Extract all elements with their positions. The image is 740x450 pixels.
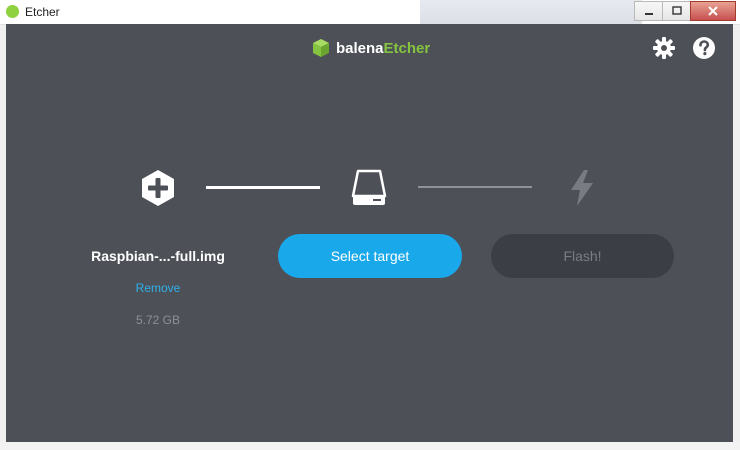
balena-cube-icon <box>313 39 329 57</box>
minimize-button[interactable] <box>634 1 663 21</box>
step-connector-2 <box>418 186 532 188</box>
close-icon <box>708 6 718 16</box>
step-connector-1 <box>206 186 320 189</box>
drive-icon <box>351 169 387 205</box>
etcher-app-icon <box>6 5 19 18</box>
select-target-button[interactable]: Select target <box>278 234 462 278</box>
background-desktop-strip <box>0 442 740 450</box>
etcher-main: balena Etcher Raspbian-...-full.img Remo… <box>6 24 733 442</box>
logo-text-etcher: Etcher <box>383 39 431 57</box>
window-controls <box>634 0 740 22</box>
select-image-step[interactable] <box>140 169 176 212</box>
maximize-button[interactable] <box>662 1 691 21</box>
logo-text-balena: balena <box>336 39 384 57</box>
window-titlebar: Etcher <box>0 0 740 25</box>
image-size: 5.72 GB <box>135 313 181 327</box>
lightning-icon <box>571 170 593 206</box>
flash-step <box>569 169 595 212</box>
window-title: Etcher <box>25 5 60 19</box>
background-window-strip <box>420 0 642 24</box>
plus-hexagon-icon <box>142 170 174 206</box>
settings-button[interactable] <box>652 36 676 60</box>
select-drive-step[interactable] <box>351 169 387 212</box>
maximize-icon <box>671 6 682 15</box>
balena-etcher-logo: balena Etcher <box>312 37 430 59</box>
gear-icon <box>653 37 675 59</box>
remove-image-link[interactable]: Remove <box>108 281 208 295</box>
question-icon <box>693 37 715 59</box>
image-filename: Raspbian-...-full.img <box>91 248 225 264</box>
help-button[interactable] <box>692 36 716 60</box>
flash-button[interactable]: Flash! <box>491 234 674 278</box>
close-button[interactable] <box>690 1 736 21</box>
minimize-icon <box>644 13 653 15</box>
